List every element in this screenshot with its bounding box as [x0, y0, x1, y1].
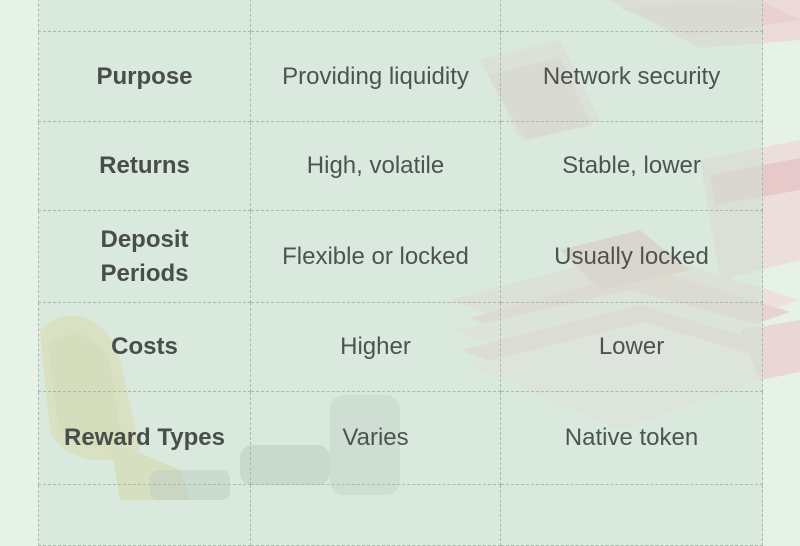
table-row-footer-cut: [38, 484, 763, 546]
farming-cell: Varies: [250, 391, 501, 485]
row-label-deposit-periods: Deposit Periods: [38, 210, 251, 303]
farming-cell: High, volatile: [250, 121, 501, 211]
table-row: Costs Higher Lower: [38, 302, 763, 392]
row-label-reward-types: Reward Types: [38, 391, 251, 485]
table-row: Purpose Providing liquidity Network secu…: [38, 31, 763, 122]
table-cell-empty: [250, 484, 501, 546]
staking-cell: Native token: [500, 391, 763, 485]
row-label-line: Periods: [100, 259, 189, 287]
row-label-line: Deposit: [100, 225, 189, 253]
staking-cell: Lower: [500, 302, 763, 392]
staking-cell: Network security: [500, 31, 763, 122]
table-row-header-cut: [38, 0, 763, 32]
comparison-table: Purpose Providing liquidity Network secu…: [38, 0, 763, 546]
row-label-purpose: Purpose: [38, 31, 251, 122]
table-row: Returns High, volatile Stable, lower: [38, 121, 763, 211]
table-cell-empty: [250, 0, 501, 32]
staking-cell: Usually locked: [500, 210, 763, 303]
row-label-returns: Returns: [38, 121, 251, 211]
comparison-table-container: Purpose Providing liquidity Network secu…: [38, 0, 763, 546]
table-cell-empty: [500, 0, 763, 32]
farming-cell: Providing liquidity: [250, 31, 501, 122]
row-label-costs: Costs: [38, 302, 251, 392]
table-row: Reward Types Varies Native token: [38, 391, 763, 485]
table-cell-empty: [38, 484, 251, 546]
farming-cell: Higher: [250, 302, 501, 392]
staking-cell: Stable, lower: [500, 121, 763, 211]
table-row: Deposit Periods Flexible or locked Usual…: [38, 210, 763, 303]
farming-cell: Flexible or locked: [250, 210, 501, 303]
table-cell-empty: [38, 0, 251, 32]
table-cell-empty: [500, 484, 763, 546]
